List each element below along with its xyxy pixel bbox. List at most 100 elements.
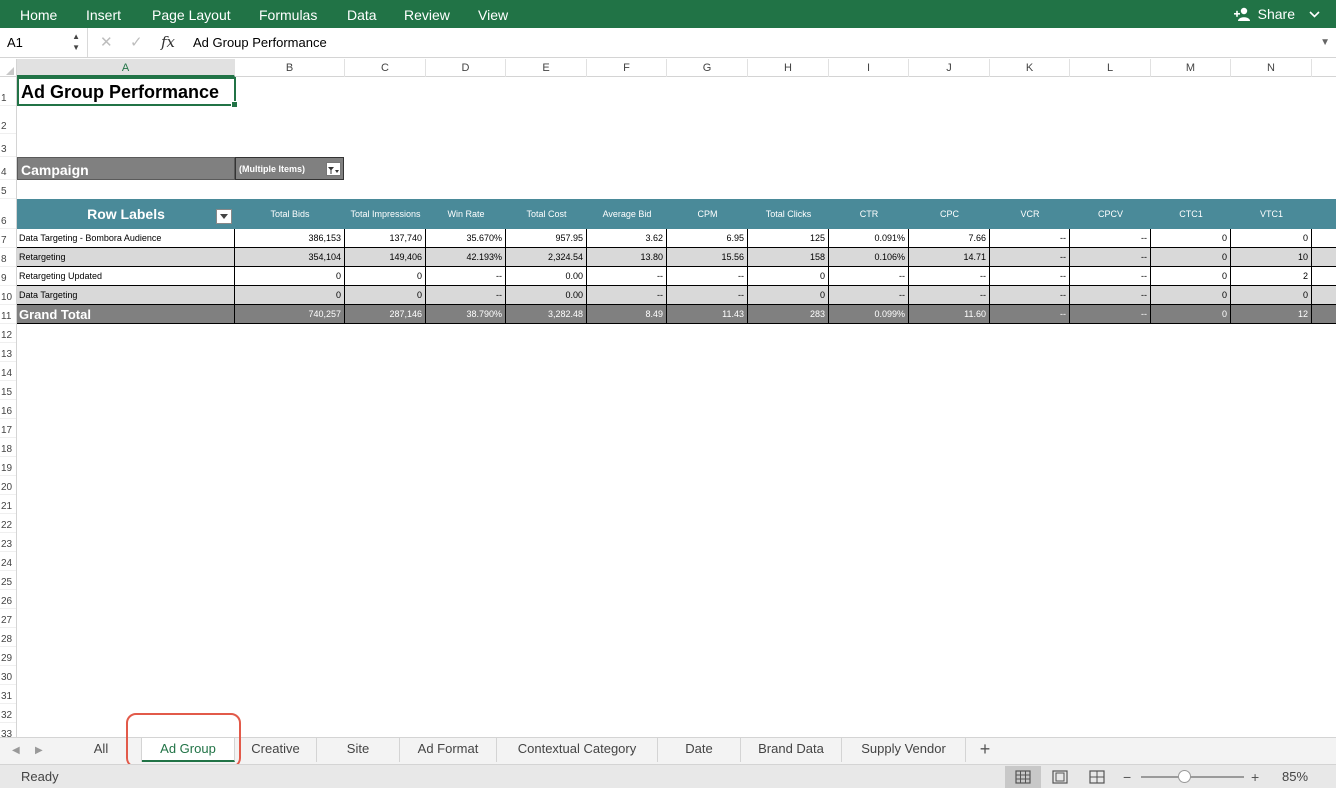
share-button[interactable]: Share bbox=[1233, 0, 1320, 28]
row-header[interactable]: 4 bbox=[0, 157, 16, 180]
data-cell[interactable]: 149,406 bbox=[345, 248, 426, 267]
page-break-view-button[interactable] bbox=[1079, 766, 1115, 788]
column-header[interactable]: F bbox=[587, 59, 667, 77]
total-cell[interactable]: 12 bbox=[1231, 305, 1312, 324]
row-label-cell[interactable]: Data Targeting - Bombora Audience bbox=[17, 229, 235, 248]
data-cell[interactable]: -- bbox=[426, 267, 506, 286]
data-cell[interactable]: 0.106% bbox=[829, 248, 909, 267]
data-cell[interactable]: -- bbox=[587, 267, 667, 286]
data-cell[interactable]: 0 bbox=[1151, 267, 1231, 286]
data-cell[interactable]: 0 bbox=[345, 267, 426, 286]
data-cell[interactable]: -- bbox=[990, 248, 1070, 267]
data-cell[interactable]: -- bbox=[990, 267, 1070, 286]
total-cell[interactable]: 287,146 bbox=[345, 305, 426, 324]
row-header[interactable]: 11 bbox=[0, 305, 16, 324]
data-cell[interactable]: 2,324.54 bbox=[506, 248, 587, 267]
tab-data[interactable]: Data bbox=[347, 0, 377, 28]
sheet-tab-brand-data[interactable]: Brand Data bbox=[741, 738, 842, 762]
row-label-cell[interactable]: Retargeting Updated bbox=[17, 267, 235, 286]
data-cell[interactable]: -- bbox=[990, 229, 1070, 248]
row-header[interactable]: 24 bbox=[0, 552, 16, 571]
column-header[interactable]: J bbox=[909, 59, 990, 77]
grand-total-label[interactable]: Grand Total bbox=[17, 305, 235, 324]
data-cell[interactable]: 42.193% bbox=[426, 248, 506, 267]
data-cell[interactable]: 13.80 bbox=[587, 248, 667, 267]
total-cell[interactable]: 283 bbox=[748, 305, 829, 324]
sheet-tab-creative[interactable]: Creative bbox=[235, 738, 317, 762]
row-header[interactable]: 1 bbox=[0, 77, 16, 106]
data-cell[interactable]: 14.71 bbox=[909, 248, 990, 267]
filter-value-cell[interactable]: (Multiple Items) bbox=[235, 157, 344, 180]
row-header[interactable]: 19 bbox=[0, 457, 16, 476]
total-cell[interactable]: 0 bbox=[1151, 305, 1231, 324]
row-header[interactable]: 16 bbox=[0, 400, 16, 419]
scroll-tabs-right-icon[interactable]: ▶ bbox=[35, 738, 43, 764]
data-cell[interactable]: -- bbox=[587, 286, 667, 305]
row-header[interactable]: 20 bbox=[0, 476, 16, 495]
column-header[interactable]: M bbox=[1151, 59, 1231, 77]
tab-insert[interactable]: Insert bbox=[86, 0, 121, 28]
row-header[interactable]: 3 bbox=[0, 134, 16, 157]
row-header[interactable]: 21 bbox=[0, 495, 16, 514]
add-sheet-button[interactable]: + bbox=[970, 738, 1000, 762]
data-cell[interactable]: -- bbox=[909, 286, 990, 305]
data-cell[interactable]: 386,153 bbox=[235, 229, 345, 248]
row-header[interactable]: 15 bbox=[0, 381, 16, 400]
zoom-out-button[interactable]: − bbox=[1123, 765, 1131, 788]
row-header[interactable]: 27 bbox=[0, 609, 16, 628]
data-cell[interactable]: 0 bbox=[1231, 286, 1312, 305]
total-cell[interactable]: 3,282.48 bbox=[506, 305, 587, 324]
row-header[interactable]: 12 bbox=[0, 324, 16, 343]
data-cell[interactable]: 0 bbox=[1151, 286, 1231, 305]
data-cell[interactable]: 0 bbox=[1151, 248, 1231, 267]
total-cell[interactable]: 11.43 bbox=[667, 305, 748, 324]
column-header[interactable]: D bbox=[426, 59, 506, 77]
data-cell[interactable]: 0 bbox=[235, 267, 345, 286]
data-cell[interactable]: 0.00 bbox=[506, 286, 587, 305]
scroll-tabs-left-icon[interactable]: ◀ bbox=[12, 738, 20, 764]
formula-input[interactable]: Ad Group Performance bbox=[193, 28, 327, 57]
data-cell[interactable]: -- bbox=[1070, 248, 1151, 267]
row-header[interactable]: 9 bbox=[0, 267, 16, 286]
row-header[interactable]: 18 bbox=[0, 438, 16, 457]
expand-formula-bar-icon[interactable]: ▼ bbox=[1320, 28, 1330, 57]
row-header[interactable]: 13 bbox=[0, 343, 16, 362]
row-header[interactable]: 7 bbox=[0, 229, 16, 248]
data-cell[interactable]: 957.95 bbox=[506, 229, 587, 248]
column-header[interactable]: G bbox=[667, 59, 748, 77]
data-cell[interactable]: 0 bbox=[748, 286, 829, 305]
sheet-tab-all[interactable]: All bbox=[61, 738, 142, 762]
column-header[interactable]: B bbox=[235, 59, 345, 77]
row-label-cell[interactable]: Data Targeting bbox=[17, 286, 235, 305]
column-header[interactable]: A bbox=[17, 59, 235, 77]
data-cell[interactable]: 137,740 bbox=[345, 229, 426, 248]
filter-dropdown-button[interactable] bbox=[326, 162, 341, 176]
data-cell[interactable]: -- bbox=[1070, 286, 1151, 305]
row-header[interactable]: 23 bbox=[0, 533, 16, 552]
data-cell[interactable]: -- bbox=[1070, 267, 1151, 286]
data-cell[interactable]: -- bbox=[667, 286, 748, 305]
data-cell[interactable]: 35.670% bbox=[426, 229, 506, 248]
data-cell[interactable]: 2 bbox=[1231, 267, 1312, 286]
row-labels-dropdown-button[interactable] bbox=[216, 209, 232, 224]
row-header[interactable]: 14 bbox=[0, 362, 16, 381]
row-header[interactable]: 10 bbox=[0, 286, 16, 305]
sheet-tab-site[interactable]: Site bbox=[317, 738, 400, 762]
data-cell[interactable]: 3.62 bbox=[587, 229, 667, 248]
normal-view-button[interactable] bbox=[1005, 766, 1041, 788]
zoom-slider-track[interactable] bbox=[1141, 776, 1244, 778]
row-header[interactable]: 29 bbox=[0, 647, 16, 666]
total-cell[interactable]: 11.60 bbox=[909, 305, 990, 324]
data-cell[interactable]: 0 bbox=[235, 286, 345, 305]
data-cell[interactable]: 7.66 bbox=[909, 229, 990, 248]
data-cell[interactable]: -- bbox=[909, 267, 990, 286]
total-cell[interactable]: -- bbox=[990, 305, 1070, 324]
row-header[interactable]: 6 bbox=[0, 199, 16, 229]
data-cell[interactable]: 15.56 bbox=[667, 248, 748, 267]
sheet-tab-date[interactable]: Date bbox=[658, 738, 741, 762]
row-header[interactable]: 5 bbox=[0, 180, 16, 199]
tab-review[interactable]: Review bbox=[404, 0, 450, 28]
total-cell[interactable]: 38.790% bbox=[426, 305, 506, 324]
data-cell[interactable]: 0.091% bbox=[829, 229, 909, 248]
zoom-level[interactable]: 85% bbox=[1282, 765, 1308, 788]
